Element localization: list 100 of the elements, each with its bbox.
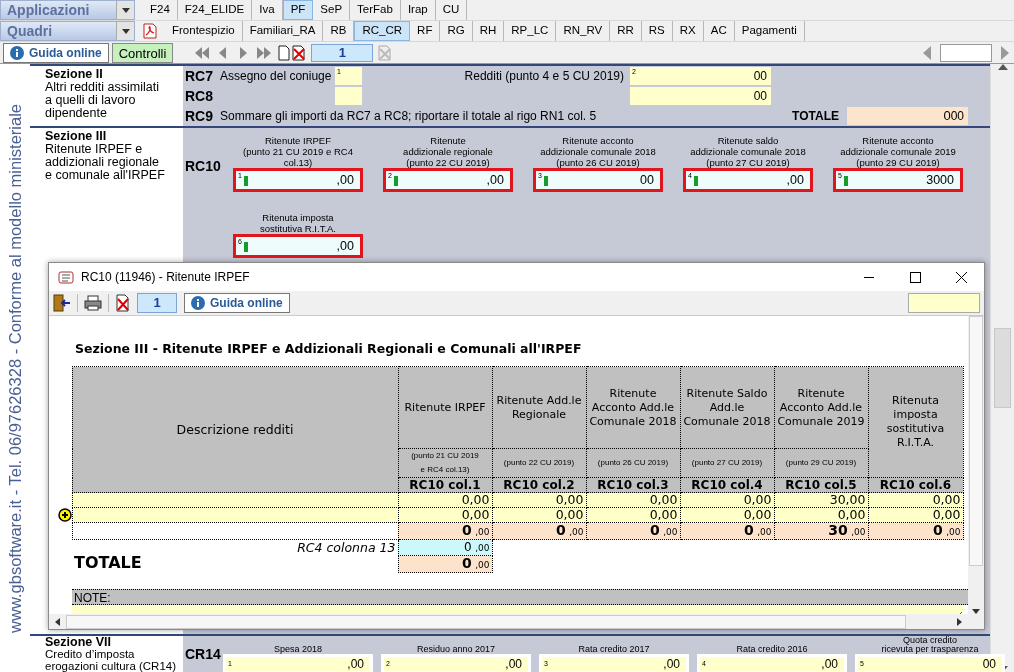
close-icon[interactable] [955, 271, 967, 283]
tab[interactable]: RR [610, 21, 642, 41]
row-code: RC7 [184, 66, 214, 86]
new-page-icon[interactable] [277, 44, 292, 61]
column-header: Ritenute Acconto Add.le Comunale 2018 [586, 366, 680, 449]
tab[interactable]: RG [440, 21, 473, 41]
field-label: Ritenute IRPEF (punto 21 CU 2019 e RC4 col.13) [242, 134, 354, 168]
window-title: RC10 (11946) - Ritenute IRPEF [81, 269, 251, 286]
tab[interactable]: Familiari_RA [242, 21, 324, 41]
column-header: Descrizione redditi [72, 366, 398, 493]
column-header: Ritenute Saldo Add.le Comunale 2018 [680, 366, 774, 449]
row-code: RC8 [184, 86, 214, 106]
field-label: Ritenute saldo addizionale comunale 2018 (punto 27 CU 2019) [689, 134, 807, 168]
scroll-left-icon[interactable] [55, 617, 60, 626]
section-description: Altri redditi assimilati a quelli di lavoro dipendente [45, 81, 160, 120]
field-marker-icon [394, 176, 398, 186]
print-icon[interactable] [84, 294, 102, 311]
selected-row-icon[interactable] [58, 508, 72, 523]
check-button[interactable]: Controlli [111, 42, 174, 63]
section-title: Sezione II [45, 68, 104, 81]
column-header: Ritenute IRPEF [398, 366, 492, 449]
section-description: Credito d’imposta erogazioni cultura (CR14) [45, 648, 178, 672]
pdf-icon[interactable] [143, 23, 157, 39]
tab[interactable]: RX [672, 21, 704, 41]
scrollbar-thumb[interactable] [66, 614, 906, 629]
delete-page-icon[interactable] [115, 293, 131, 312]
tab[interactable]: AC [703, 21, 735, 41]
tab[interactable]: RN_RV [556, 21, 611, 41]
help-button[interactable]: Guida online [184, 292, 290, 313]
tab[interactable]: RF [410, 21, 441, 41]
field-label: Quota credito ricevuta per trasparenza [880, 636, 980, 654]
caret-icon [121, 28, 130, 34]
tab[interactable]: SeP [313, 0, 351, 20]
field-label: Rata credito 2016 [735, 643, 809, 654]
exit-door-icon[interactable] [53, 293, 71, 312]
info-icon [10, 45, 24, 60]
row-code: CR14 [184, 645, 222, 664]
tab[interactable]: TerFab [350, 0, 401, 20]
delete-page-icon[interactable] [291, 44, 308, 61]
help-button[interactable]: Guida online [3, 42, 109, 63]
column-note: (punto 22 CU 2019) [492, 448, 586, 478]
scroll-up-icon[interactable] [997, 64, 1008, 70]
maximize-icon[interactable] [909, 271, 921, 283]
row-code: RC10 [184, 157, 222, 176]
tab[interactable]: F24 [143, 0, 178, 20]
tab[interactable]: RC_CR [354, 21, 411, 41]
section-title: Sezione VII [45, 636, 112, 648]
column-header: Ritenute Acconto Add.le Comunale 2019 [774, 366, 868, 449]
field-label: Rata credito 2017 [577, 643, 651, 654]
tab[interactable]: CU [435, 0, 468, 20]
form-icon [57, 269, 75, 285]
tab[interactable]: Iva [252, 0, 283, 20]
field-marker-icon [544, 176, 548, 186]
first-page-icon[interactable] [193, 44, 211, 61]
info-icon [191, 295, 205, 310]
field-marker-icon [244, 176, 248, 186]
field-marker-icon [844, 176, 848, 186]
caret-icon [121, 7, 130, 13]
column-header: Ritenuta imposta sostitutiva R.I.T.A. [868, 366, 963, 478]
tab[interactable]: F24_ELIDE [177, 0, 253, 20]
scroll-right-icon[interactable] [957, 617, 962, 626]
page-number-field[interactable]: 1 [137, 292, 177, 313]
field-label: Ritenuta imposta sostitutiva R.I.T.A. [259, 211, 337, 234]
field-marker-icon [694, 176, 698, 186]
tab[interactable]: RS [641, 21, 673, 41]
field-marker-icon [244, 242, 248, 252]
tab[interactable]: Frontespizio [165, 21, 243, 41]
row-label: Sommare gli importi da RC7 a RC8; riportare il totale al rigo RN1 col. 5 [220, 108, 598, 125]
disabled-page-icon [377, 44, 394, 61]
notes-label: NOTE: [72, 589, 968, 606]
tab[interactable]: RH [472, 21, 505, 41]
column-note: (punto 27 CU 2019) [680, 448, 774, 478]
scrollbar-thumb[interactable] [969, 315, 983, 566]
total-label: TOTALE [792, 108, 839, 125]
page-jump-field[interactable] [940, 43, 992, 62]
section-description: Ritenute IRPEF e addizionali regionale e comunale all'IRPEF [45, 143, 166, 182]
column-header: Ritenute Add.le Regionale [492, 366, 586, 449]
field-label: Redditi (punto 4 e 5 CU 2019) [463, 68, 625, 85]
tab[interactable]: RP_LC [504, 21, 557, 41]
input-field[interactable]: 000 [847, 107, 968, 125]
field-label: Ritenute addizionale regionale (punto 22 CU 2019) [402, 134, 494, 168]
row-label: Assegno del coniuge [220, 68, 333, 85]
input-field[interactable] [335, 87, 362, 105]
column-note: (punto 26 CU 2019) [586, 448, 680, 478]
column-note: (punto 21 CU 2019 e RC4 col.13) [398, 448, 492, 478]
tab[interactable]: Irap [400, 0, 436, 20]
search-field[interactable] [908, 292, 980, 313]
scrollbar-thumb[interactable] [994, 328, 1011, 408]
row-code: RC9 [184, 106, 214, 126]
field-label: Ritenute acconto addizionale comunale 2018 (punto 26 CU 2019) [539, 134, 657, 168]
field-label: Spesa 2018 [272, 643, 323, 654]
field-label: Ritenute acconto addizionale comunale 2019 (punto 29 CU 2019) [839, 134, 957, 168]
row-label: RC4 colonna 13 [297, 540, 396, 556]
field-label: Residuo anno 2017 [415, 643, 497, 654]
total-label: TOTALE [74, 553, 142, 573]
tab[interactable]: Pagamenti [734, 21, 805, 41]
page-number-field[interactable]: 1 [311, 43, 374, 62]
tab[interactable]: PF [282, 0, 314, 20]
input-field[interactable]: 00 [630, 87, 771, 105]
section-title: Sezione III [45, 130, 108, 143]
